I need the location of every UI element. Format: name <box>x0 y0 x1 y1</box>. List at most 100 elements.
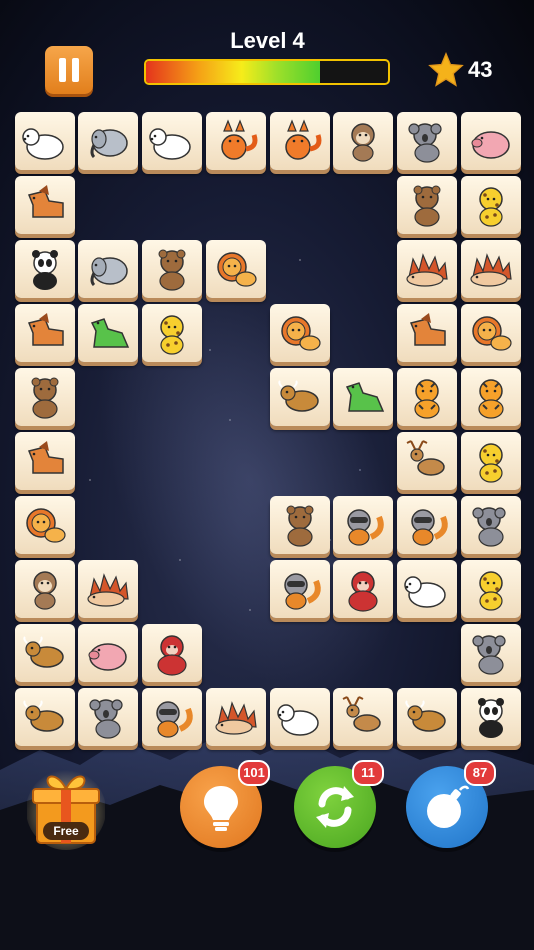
tile-deer[interactable] <box>397 432 457 490</box>
polar-bear-icon <box>22 128 64 160</box>
lightbulb-icon <box>204 786 238 831</box>
tile-hedgehog[interactable] <box>78 560 138 618</box>
horse-icon <box>409 313 446 346</box>
tile-board <box>0 0 534 760</box>
tiger-icon <box>478 379 504 419</box>
tile-tiger[interactable] <box>397 368 457 426</box>
tile-deer[interactable] <box>333 688 393 746</box>
bull-icon <box>23 700 64 732</box>
monkey-icon <box>351 123 375 162</box>
tile-dinosaur[interactable] <box>78 304 138 362</box>
tile-koala[interactable] <box>461 624 521 682</box>
lion-icon <box>281 316 321 351</box>
tile-leopard[interactable] <box>461 560 521 618</box>
fox-icon <box>221 119 258 160</box>
dinosaur-icon <box>345 382 385 412</box>
deer-icon <box>342 696 381 732</box>
tile-pig[interactable] <box>78 624 138 682</box>
brown-bear-icon <box>31 377 59 419</box>
bomb-icon <box>427 785 470 828</box>
tile-raccoon[interactable] <box>142 688 202 746</box>
shuffle-icon <box>316 786 354 828</box>
tile-dinosaur[interactable] <box>333 368 393 426</box>
tile-lion[interactable] <box>15 496 75 554</box>
tile-koala[interactable] <box>461 496 521 554</box>
tile-leopard[interactable] <box>142 304 202 362</box>
hedgehog-icon <box>470 253 512 287</box>
horse-icon <box>27 185 64 218</box>
tile-hedgehog[interactable] <box>397 240 457 298</box>
tile-gorilla[interactable] <box>142 624 202 682</box>
bomb-count-badge: 87 <box>464 760 496 786</box>
tile-raccoon[interactable] <box>397 496 457 554</box>
tile-brown-bear[interactable] <box>397 176 457 234</box>
tile-brown-bear[interactable] <box>270 496 330 554</box>
tile-horse[interactable] <box>15 176 75 234</box>
tile-koala[interactable] <box>78 688 138 746</box>
tile-elephant[interactable] <box>78 240 138 298</box>
tile-panda[interactable] <box>461 688 521 746</box>
tile-lion[interactable] <box>206 240 266 298</box>
tile-raccoon[interactable] <box>333 496 393 554</box>
raccoon-icon <box>411 509 448 546</box>
lion-icon <box>472 316 512 351</box>
tile-horse[interactable] <box>15 304 75 362</box>
raccoon-icon <box>347 509 384 546</box>
horse-icon <box>27 441 64 474</box>
tile-leopard[interactable] <box>461 432 521 490</box>
brown-bear-icon <box>413 185 441 227</box>
hedgehog-icon <box>215 701 257 735</box>
tile-monkey[interactable] <box>333 112 393 170</box>
tile-hedgehog[interactable] <box>461 240 521 298</box>
tile-leopard[interactable] <box>461 176 521 234</box>
elephant-icon <box>90 129 128 159</box>
hedgehog-icon <box>87 573 129 607</box>
tile-polar-bear[interactable] <box>15 112 75 170</box>
shuffle-count-badge: 11 <box>352 760 384 786</box>
tile-bull[interactable] <box>397 688 457 746</box>
tile-bull[interactable] <box>15 688 75 746</box>
tiger-icon <box>414 379 440 419</box>
tile-raccoon[interactable] <box>270 560 330 618</box>
tile-hedgehog[interactable] <box>206 688 266 746</box>
bomb-button[interactable]: 87 <box>406 760 496 848</box>
tile-horse[interactable] <box>397 304 457 362</box>
raccoon-icon <box>156 701 193 738</box>
tile-elephant[interactable] <box>78 112 138 170</box>
tile-bull[interactable] <box>270 368 330 426</box>
monkey-icon <box>33 571 57 610</box>
bull-icon <box>405 700 446 732</box>
tile-polar-bear[interactable] <box>142 112 202 170</box>
tile-koala[interactable] <box>397 112 457 170</box>
leopard-icon <box>479 187 503 227</box>
koala-icon <box>89 699 123 739</box>
horse-icon <box>27 313 64 346</box>
tile-tiger[interactable] <box>461 368 521 426</box>
shuffle-button[interactable]: 11 <box>294 760 384 848</box>
bull-icon <box>23 636 64 668</box>
gorilla-icon <box>348 571 378 612</box>
hint-button[interactable]: 101 <box>180 760 270 848</box>
lion-icon <box>217 252 257 287</box>
hint-count-badge: 101 <box>238 760 270 786</box>
tile-monkey[interactable] <box>15 560 75 618</box>
tile-bull[interactable] <box>15 624 75 682</box>
tile-gorilla[interactable] <box>333 560 393 618</box>
panda-icon <box>478 698 504 738</box>
tile-panda[interactable] <box>15 240 75 298</box>
tile-brown-bear[interactable] <box>15 368 75 426</box>
tile-fox[interactable] <box>270 112 330 170</box>
tile-horse[interactable] <box>15 432 75 490</box>
polar-bear-icon <box>149 128 191 160</box>
brown-bear-icon <box>286 505 314 547</box>
tile-lion[interactable] <box>270 304 330 362</box>
polar-bear-icon <box>277 704 319 736</box>
tile-lion[interactable] <box>461 304 521 362</box>
tile-fox[interactable] <box>206 112 266 170</box>
pig-icon <box>88 643 127 671</box>
leopard-icon <box>479 443 503 483</box>
tile-brown-bear[interactable] <box>142 240 202 298</box>
tile-pig[interactable] <box>461 112 521 170</box>
tile-polar-bear[interactable] <box>397 560 457 618</box>
tile-polar-bear[interactable] <box>270 688 330 746</box>
